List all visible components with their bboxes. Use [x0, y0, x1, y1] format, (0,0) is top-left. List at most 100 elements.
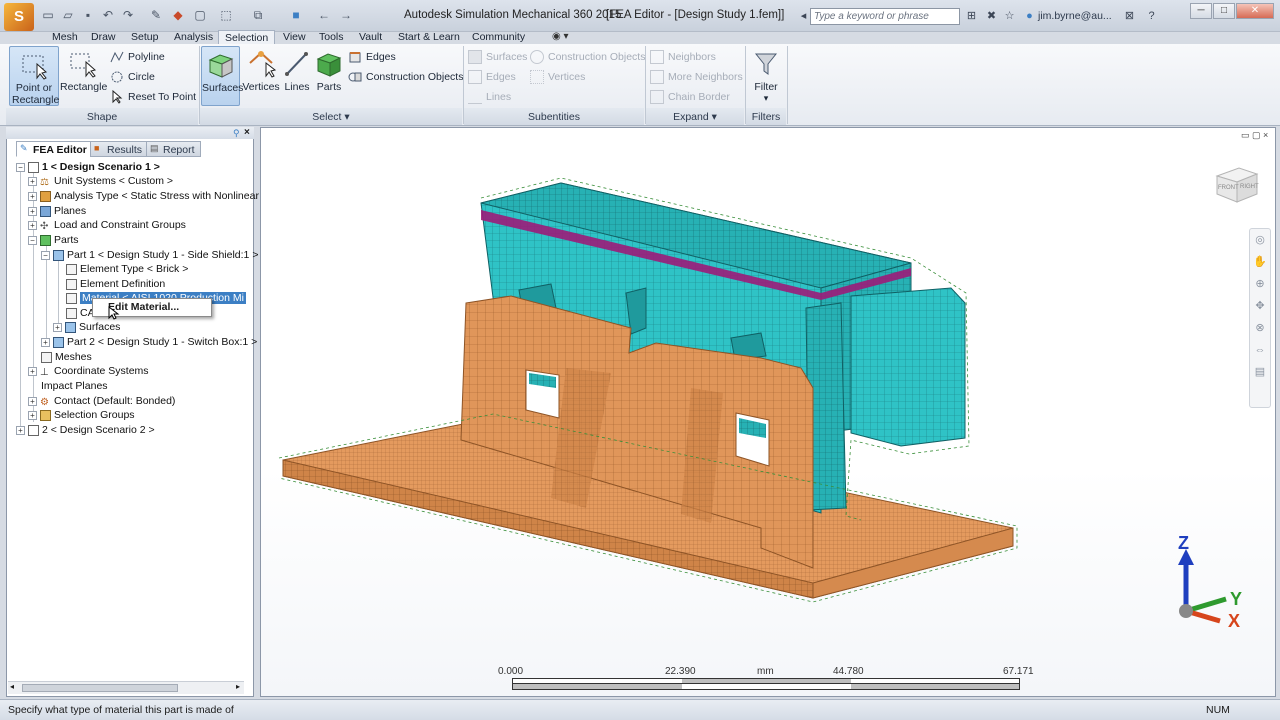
- scroll-left-icon[interactable]: ◂: [10, 682, 14, 691]
- polyline-button[interactable]: Polyline: [110, 48, 165, 66]
- wrench-icon[interactable]: ✎: [148, 7, 164, 23]
- point-or-rectangle-button[interactable]: Point or Rectangle: [9, 46, 59, 106]
- user-icon[interactable]: ●: [1022, 9, 1037, 24]
- tree-parts[interactable]: − Parts: [28, 233, 79, 247]
- tree-coordinate-systems[interactable]: + ⊥ Coordinate Systems: [28, 364, 149, 378]
- close-button[interactable]: ✕: [1236, 3, 1274, 19]
- scroll-thumb[interactable]: [22, 684, 178, 692]
- filter-button[interactable]: Filter ▾: [748, 46, 784, 106]
- user-name[interactable]: jim.byrne@au...: [1038, 10, 1112, 22]
- vertices-select-button[interactable]: Vertices: [242, 46, 280, 106]
- planes-label: Planes: [54, 205, 87, 217]
- tab-selection[interactable]: Selection: [218, 30, 276, 44]
- construction-objects-button[interactable]: Construction Objects: [348, 68, 463, 86]
- tree-element-type[interactable]: Element Type < Brick >: [66, 262, 188, 276]
- fit-icon[interactable]: ⇔: [1250, 339, 1270, 361]
- sub-surfaces-button[interactable]: Surfaces: [468, 48, 527, 66]
- tree-planes[interactable]: + Planes: [28, 204, 86, 218]
- back-icon[interactable]: ←: [316, 7, 332, 23]
- tab-draw[interactable]: Draw: [85, 30, 122, 44]
- expand-panel-title[interactable]: Expand ▾: [646, 110, 744, 124]
- help-icon[interactable]: ?: [1144, 9, 1159, 24]
- tree-load-constraint-groups[interactable]: + ✣ Load and Constraint Groups: [28, 218, 186, 232]
- tools-icon[interactable]: ✖: [984, 9, 999, 24]
- pan-icon[interactable]: ✋: [1250, 251, 1270, 273]
- tree-contact[interactable]: + ⚙ Contact (Default: Bonded): [28, 394, 175, 408]
- pin-icon[interactable]: ⚲: [233, 128, 243, 138]
- save-icon[interactable]: ▪: [80, 7, 96, 23]
- scroll-right-icon[interactable]: ▸: [236, 682, 240, 691]
- steering-wheel-icon[interactable]: ◎: [1250, 229, 1270, 251]
- sub-construction-objects-button[interactable]: Construction Objects: [530, 48, 645, 66]
- tree-design-scenario-2[interactable]: +2 < Design Scenario 2 >: [16, 423, 155, 437]
- select-panel-title[interactable]: Select ▾: [200, 110, 462, 124]
- tree-unit-systems[interactable]: + ⚖ Unit Systems < Custom >: [28, 174, 173, 188]
- coordinate-systems-label: Coordinate Systems: [54, 365, 149, 377]
- search-input[interactable]: Type a keyword or phrase: [810, 8, 960, 25]
- orbit-icon[interactable]: ✥: [1250, 295, 1270, 317]
- tab-start-learn[interactable]: Start & Learn: [392, 30, 466, 44]
- binoculars-icon[interactable]: ⊞: [964, 9, 979, 24]
- cube-icon[interactable]: ■: [288, 7, 304, 23]
- tab-analysis[interactable]: Analysis: [168, 30, 219, 44]
- reset-to-point-button[interactable]: Reset To Point: [110, 88, 196, 106]
- load-groups-label: Load and Constraint Groups: [54, 219, 186, 231]
- select-icon[interactable]: ⬚: [218, 7, 234, 23]
- ribbon-toggle-icon[interactable]: ◉ ▾: [552, 31, 576, 43]
- edges-select-button[interactable]: Edges: [348, 48, 396, 66]
- minimize-button[interactable]: ─: [1190, 3, 1212, 19]
- star-icon[interactable]: ☆: [1002, 9, 1017, 24]
- viewcube[interactable]: FRONT RIGHT: [1213, 164, 1261, 204]
- viewport-window-controls[interactable]: ▭ ▢ ×: [1241, 130, 1273, 142]
- model-viewport[interactable]: FRONT RIGHT ◎ ✋ ⊕ ✥ ⊗ ⇔ ▤ ▭ ▢ × Z Y X: [260, 127, 1276, 697]
- tab-setup[interactable]: Setup: [125, 30, 164, 44]
- tab-community[interactable]: Community: [466, 30, 531, 44]
- tree-part-1[interactable]: − Part 1 < Design Study 1 - Side Shield:1…: [41, 248, 258, 262]
- tab-vault[interactable]: Vault: [353, 30, 388, 44]
- app-menu-button[interactable]: S: [4, 3, 34, 31]
- circle-button[interactable]: Circle: [110, 68, 155, 86]
- lines-select-button[interactable]: Lines: [282, 46, 312, 106]
- tree-connector: [20, 172, 21, 430]
- tree-element-definition[interactable]: Element Definition: [66, 277, 165, 291]
- rectangle-button[interactable]: Rectangle: [60, 46, 107, 106]
- sub-vertices-button[interactable]: Vertices: [530, 68, 585, 86]
- look-at-icon[interactable]: ⊗: [1250, 317, 1270, 339]
- zoom-icon[interactable]: ⊕: [1250, 273, 1270, 295]
- surfaces-select-button[interactable]: Surfaces: [201, 46, 243, 106]
- copy-icon[interactable]: ⧉: [250, 7, 266, 23]
- tree-design-scenario-1[interactable]: −1 < Design Scenario 1 >: [16, 160, 160, 174]
- search-expand-icon[interactable]: ◂: [796, 9, 811, 24]
- open-icon[interactable]: ▱: [60, 7, 76, 23]
- undo-icon[interactable]: ↶: [100, 7, 116, 23]
- window-icon[interactable]: ▢: [192, 7, 208, 23]
- maximize-button[interactable]: □: [1213, 3, 1235, 19]
- redo-icon[interactable]: ↷: [120, 7, 136, 23]
- title-bar: S ▭ ▱ ▪ ↶ ↷ ✎ ◆ ▢ ⬚ ⧉ ■ ← → Autodesk Sim…: [0, 0, 1280, 32]
- model-canvas[interactable]: [261, 128, 1276, 697]
- forward-icon[interactable]: →: [338, 7, 354, 23]
- sub-surfaces-label: Surfaces: [486, 51, 528, 63]
- browser-horizontal-scrollbar[interactable]: ◂ ▸: [8, 681, 244, 694]
- tree-meshes[interactable]: Meshes: [41, 350, 92, 364]
- sub-lines-button[interactable]: Lines: [468, 88, 511, 106]
- tree-surfaces[interactable]: + Surfaces: [53, 320, 120, 334]
- tree-analysis-type[interactable]: + Analysis Type < Static Stress with Nonl…: [28, 189, 259, 203]
- exchange-icon[interactable]: ⊠: [1122, 9, 1137, 24]
- tab-mesh[interactable]: Mesh: [46, 30, 84, 44]
- panel-close-icon[interactable]: ×: [244, 127, 254, 138]
- parts-select-button[interactable]: Parts: [314, 46, 344, 106]
- analyze-icon[interactable]: ◆: [170, 7, 186, 23]
- new-icon[interactable]: ▭: [40, 7, 56, 23]
- tree-impact-planes[interactable]: Impact Planes: [41, 379, 108, 393]
- more-neighbors-button[interactable]: More Neighbors: [650, 68, 743, 86]
- chain-border-button[interactable]: Chain Border: [650, 88, 730, 106]
- sub-edges-button[interactable]: Edges: [468, 68, 516, 86]
- tab-tools[interactable]: Tools: [313, 30, 350, 44]
- tab-view[interactable]: View: [277, 30, 312, 44]
- filter-dropdown-icon[interactable]: ▾: [748, 93, 784, 104]
- tree-selection-groups[interactable]: + Selection Groups: [28, 408, 135, 422]
- neighbors-button[interactable]: Neighbors: [650, 48, 716, 66]
- tree-part-2[interactable]: + Part 2 < Design Study 1 - Switch Box:1 …: [41, 335, 257, 349]
- walk-icon[interactable]: ▤: [1250, 361, 1270, 383]
